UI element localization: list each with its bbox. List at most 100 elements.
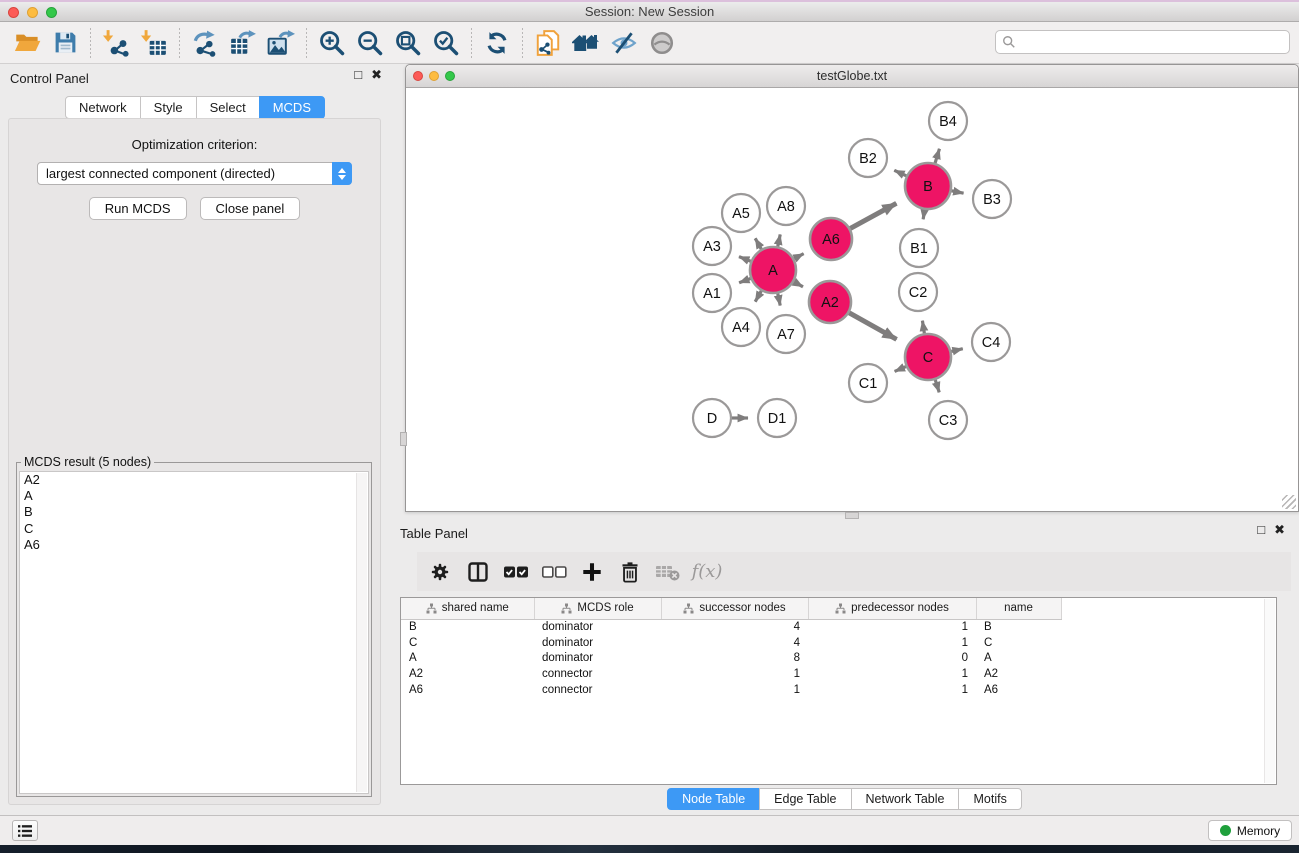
column-header-MCDS-role[interactable]: MCDS role [534, 598, 661, 619]
window-resize-grip[interactable] [1282, 495, 1296, 509]
import-network-button[interactable] [97, 26, 135, 60]
graph-edge-A-A1[interactable] [739, 278, 750, 282]
cell-predecessor-nodes[interactable]: 1 [808, 619, 976, 635]
deselect-all-columns-button[interactable] [537, 556, 571, 588]
export-image-button[interactable] [262, 26, 300, 60]
tab-edge-table[interactable]: Edge Table [759, 788, 851, 810]
list-item[interactable]: A2 [20, 472, 368, 488]
tab-node-table[interactable]: Node Table [667, 788, 760, 810]
function-builder-button[interactable]: f(x) [689, 556, 723, 588]
graph-node-D[interactable]: D [693, 399, 731, 437]
cell-shared-name[interactable]: B [401, 619, 534, 635]
table-row[interactable]: Cdominator41C [401, 635, 1276, 651]
cell-shared-name[interactable]: A2 [401, 666, 534, 682]
graph-edge-B-B4[interactable] [935, 149, 939, 163]
graph-node-A4[interactable]: A4 [722, 308, 760, 346]
export-network-button[interactable] [186, 26, 224, 60]
graph-node-C[interactable]: C [905, 334, 951, 380]
graph-edge-C-C3[interactable] [935, 380, 939, 392]
network-zoom-button[interactable] [445, 71, 455, 81]
divider-handle[interactable] [845, 512, 859, 519]
cell-MCDS-role[interactable]: dominator [534, 651, 661, 667]
open-session-button[interactable] [8, 26, 46, 60]
cell-predecessor-nodes[interactable]: 0 [808, 651, 976, 667]
graph-edge-B-B1[interactable] [923, 210, 924, 220]
table-row[interactable]: Bdominator41B [401, 619, 1276, 635]
cell-name[interactable]: A [976, 651, 1061, 667]
table-settings-button[interactable] [423, 556, 457, 588]
graph-node-B1[interactable]: B1 [900, 229, 938, 267]
cell-successor-nodes[interactable]: 8 [661, 651, 808, 667]
cell-name[interactable]: B [976, 619, 1061, 635]
network-close-button[interactable] [413, 71, 423, 81]
graph-edge-A-A6[interactable] [794, 254, 803, 259]
column-header-shared-name[interactable]: shared name [401, 598, 534, 619]
cell-successor-nodes[interactable]: 4 [661, 619, 808, 635]
graph-edge-B-B3[interactable] [952, 191, 964, 193]
apply-layout-button[interactable] [478, 26, 516, 60]
graph-edge-A-A3[interactable] [739, 257, 751, 262]
close-panel-icon[interactable]: ✖ [1274, 523, 1285, 537]
save-session-button[interactable] [46, 26, 84, 60]
graph-node-A8[interactable]: A8 [767, 187, 805, 225]
network-canvas[interactable]: AA6A2BCA1A3A4A5A7A8B1B2B3B4C1C2C3C4DD1 [406, 88, 1298, 511]
mcds-result-list[interactable]: A2ABCA6 [19, 471, 369, 794]
close-window-button[interactable] [8, 7, 19, 18]
cell-name[interactable]: A2 [976, 666, 1061, 682]
graph-node-A6[interactable]: A6 [810, 218, 852, 260]
import-table-button[interactable] [135, 26, 173, 60]
graph-node-B3[interactable]: B3 [973, 180, 1011, 218]
graph-node-C4[interactable]: C4 [972, 323, 1010, 361]
minimize-window-button[interactable] [27, 7, 38, 18]
graph-edge-A6-B[interactable] [850, 203, 896, 228]
close-panel-icon[interactable]: ✖ [371, 68, 382, 82]
column-header-predecessor-nodes[interactable]: predecessor nodes [808, 598, 976, 619]
graph-node-C1[interactable]: C1 [849, 364, 887, 402]
graph-node-A5[interactable]: A5 [722, 194, 760, 232]
graph-node-A7[interactable]: A7 [767, 315, 805, 353]
network-minimize-button[interactable] [429, 71, 439, 81]
cell-MCDS-role[interactable]: dominator [534, 635, 661, 651]
cell-shared-name[interactable]: C [401, 635, 534, 651]
show-graphics-details-button[interactable] [643, 26, 681, 60]
graph-node-A[interactable]: A [750, 247, 796, 293]
zoom-selected-button[interactable] [427, 26, 465, 60]
graph-node-C2[interactable]: C2 [899, 273, 937, 311]
export-table-button[interactable] [224, 26, 262, 60]
graph-node-B[interactable]: B [905, 163, 951, 209]
graph-node-B4[interactable]: B4 [929, 102, 967, 140]
graph-edge-C-C1[interactable] [895, 367, 906, 372]
cell-successor-nodes[interactable]: 1 [661, 682, 808, 698]
hide-graphics-details-button[interactable] [605, 26, 643, 60]
list-item[interactable]: B [20, 504, 368, 520]
cell-shared-name[interactable]: A6 [401, 682, 534, 698]
graph-edge-A-A5[interactable] [755, 238, 761, 249]
create-column-button[interactable] [575, 556, 609, 588]
table-row[interactable]: Adominator80A [401, 651, 1276, 667]
graph-edge-C-C4[interactable] [951, 349, 962, 352]
delete-table-button[interactable] [651, 556, 685, 588]
column-header-name[interactable]: name [976, 598, 1061, 619]
float-panel-icon[interactable]: □ [354, 68, 362, 82]
cell-successor-nodes[interactable]: 4 [661, 635, 808, 651]
graph-edge-A-A4[interactable] [755, 291, 761, 302]
memory-button[interactable]: Memory [1208, 820, 1292, 841]
cell-predecessor-nodes[interactable]: 1 [808, 635, 976, 651]
cell-successor-nodes[interactable]: 1 [661, 666, 808, 682]
select-all-columns-button[interactable] [499, 556, 533, 588]
tab-style[interactable]: Style [140, 96, 197, 119]
graph-node-A3[interactable]: A3 [693, 227, 731, 265]
graph-node-A2[interactable]: A2 [809, 281, 851, 323]
new-network-from-selection-button[interactable] [529, 26, 567, 60]
graph-node-B2[interactable]: B2 [849, 139, 887, 177]
graph-edge-A-A8[interactable] [778, 234, 780, 246]
graph-edge-C-C2[interactable] [922, 321, 924, 334]
tab-mcds[interactable]: MCDS [259, 96, 325, 119]
graph-node-A1[interactable]: A1 [693, 274, 731, 312]
cell-predecessor-nodes[interactable]: 1 [808, 682, 976, 698]
horizontal-divider[interactable] [390, 512, 1299, 519]
optimization-criterion-select[interactable]: largest connected component (directed) [37, 162, 352, 185]
cell-predecessor-nodes[interactable]: 1 [808, 666, 976, 682]
cell-MCDS-role[interactable]: connector [534, 682, 661, 698]
cell-MCDS-role[interactable]: connector [534, 666, 661, 682]
